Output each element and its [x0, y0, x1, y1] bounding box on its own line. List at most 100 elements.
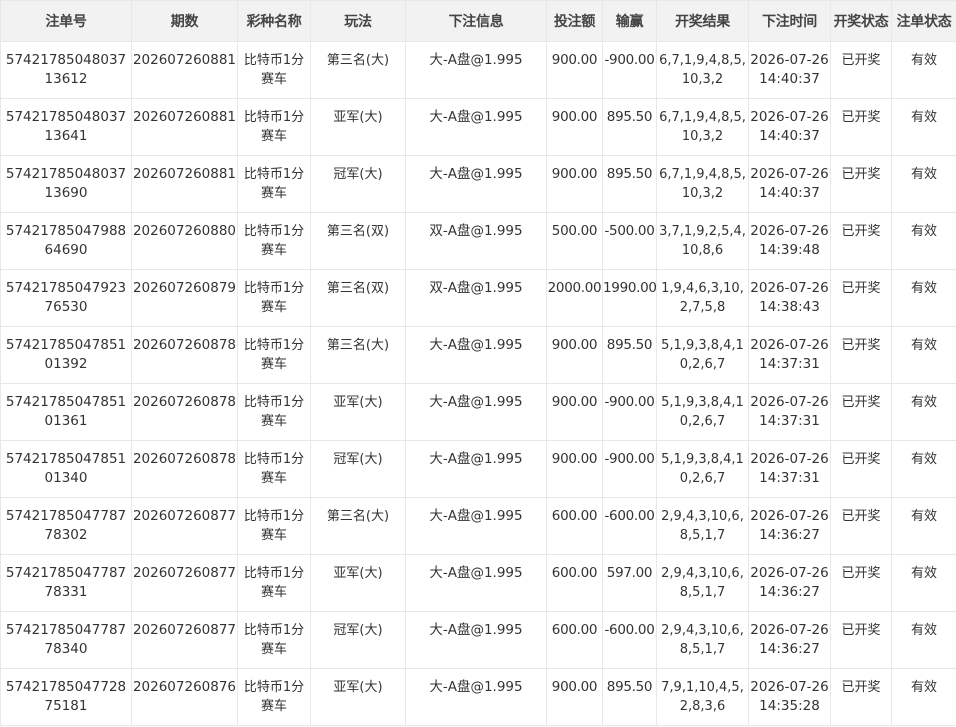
cell-order-status: 有效 [891, 269, 956, 327]
cell-lottery-name: 比特币1分赛车 [237, 41, 311, 99]
cell-order-id: 5742178504778778331 [0, 554, 132, 612]
cell-order-id: 5742178504785101392 [0, 326, 132, 384]
cell-bet-info: 大-A盘@1.995 [405, 41, 547, 99]
table-header: 注单号 期数 彩种名称 玩法 下注信息 投注额 输赢 开奖结果 下注时间 开奖状… [0, 0, 956, 42]
cell-period: 202607260878 [131, 440, 238, 498]
cell-lottery-name: 比特币1分赛车 [237, 611, 311, 669]
cell-bet-amount: 900.00 [546, 440, 603, 498]
cell-bet-info: 大-A盘@1.995 [405, 155, 547, 213]
cell-win-loss: -900.00 [602, 440, 657, 498]
cell-bet-amount: 600.00 [546, 554, 603, 612]
header-bet-amount: 投注额 [546, 0, 603, 42]
cell-order-status: 有效 [891, 440, 956, 498]
cell-order-id: 5742178504803713612 [0, 41, 132, 99]
table-row: 5742178504778778340 202607260877 比特币1分赛车… [0, 611, 956, 669]
cell-draw-result: 5,1,9,3,8,4,10,2,6,7 [656, 383, 749, 441]
cell-lottery-name: 比特币1分赛车 [237, 440, 311, 498]
cell-period: 202607260878 [131, 383, 238, 441]
cell-win-loss: 895.50 [602, 668, 657, 726]
cell-win-loss: -900.00 [602, 383, 657, 441]
header-draw-status: 开奖状态 [830, 0, 892, 42]
bet-records-table: 注单号 期数 彩种名称 玩法 下注信息 投注额 输赢 开奖结果 下注时间 开奖状… [0, 0, 956, 726]
cell-order-status: 有效 [891, 41, 956, 99]
header-play-type: 玩法 [310, 0, 406, 42]
cell-bet-info: 大-A盘@1.995 [405, 554, 547, 612]
cell-order-status: 有效 [891, 554, 956, 612]
cell-bet-info: 大-A盘@1.995 [405, 611, 547, 669]
cell-bet-time: 2026-07-26 14:37:31 [748, 383, 831, 441]
cell-order-id: 5742178504785101361 [0, 383, 132, 441]
cell-draw-result: 1,9,4,6,3,10,2,7,5,8 [656, 269, 749, 327]
cell-win-loss: -500.00 [602, 212, 657, 270]
cell-bet-amount: 600.00 [546, 497, 603, 555]
cell-order-status: 有效 [891, 383, 956, 441]
cell-lottery-name: 比特币1分赛车 [237, 668, 311, 726]
cell-order-id: 5742178504778778340 [0, 611, 132, 669]
cell-bet-time: 2026-07-26 14:37:31 [748, 440, 831, 498]
table-row: 5742178504785101340 202607260878 比特币1分赛车… [0, 440, 956, 498]
cell-bet-amount: 900.00 [546, 155, 603, 213]
cell-draw-status: 已开奖 [830, 668, 892, 726]
cell-lottery-name: 比特币1分赛车 [237, 269, 311, 327]
cell-period: 202607260877 [131, 611, 238, 669]
header-order-status: 注单状态 [891, 0, 956, 42]
cell-win-loss: -600.00 [602, 611, 657, 669]
cell-win-loss: 597.00 [602, 554, 657, 612]
cell-bet-time: 2026-07-26 14:36:27 [748, 554, 831, 612]
cell-period: 202607260880 [131, 212, 238, 270]
cell-order-id: 5742178504803713690 [0, 155, 132, 213]
cell-bet-time: 2026-07-26 14:36:27 [748, 497, 831, 555]
cell-bet-info: 大-A盘@1.995 [405, 98, 547, 156]
cell-bet-info: 大-A盘@1.995 [405, 383, 547, 441]
cell-draw-result: 7,9,1,10,4,5,2,8,3,6 [656, 668, 749, 726]
cell-order-status: 有效 [891, 326, 956, 384]
cell-period: 202607260881 [131, 41, 238, 99]
table-row: 5742178504803713690 202607260881 比特币1分赛车… [0, 155, 956, 213]
cell-draw-result: 5,1,9,3,8,4,10,2,6,7 [656, 440, 749, 498]
cell-draw-result: 5,1,9,3,8,4,10,2,6,7 [656, 326, 749, 384]
table-row: 5742178504785101361 202607260878 比特币1分赛车… [0, 383, 956, 441]
cell-draw-status: 已开奖 [830, 383, 892, 441]
cell-bet-time: 2026-07-26 14:40:37 [748, 155, 831, 213]
cell-bet-amount: 2000.00 [546, 269, 603, 327]
cell-bet-time: 2026-07-26 14:36:27 [748, 611, 831, 669]
cell-order-status: 有效 [891, 668, 956, 726]
cell-bet-time: 2026-07-26 14:37:31 [748, 326, 831, 384]
cell-bet-amount: 900.00 [546, 98, 603, 156]
cell-period: 202607260878 [131, 326, 238, 384]
cell-bet-info: 大-A盘@1.995 [405, 497, 547, 555]
cell-lottery-name: 比特币1分赛车 [237, 155, 311, 213]
header-row: 注单号 期数 彩种名称 玩法 下注信息 投注额 输赢 开奖结果 下注时间 开奖状… [0, 0, 956, 42]
cell-lottery-name: 比特币1分赛车 [237, 98, 311, 156]
cell-lottery-name: 比特币1分赛车 [237, 326, 311, 384]
header-lottery-name: 彩种名称 [237, 0, 311, 42]
cell-draw-status: 已开奖 [830, 326, 892, 384]
cell-play-type: 第三名(双) [310, 269, 406, 327]
header-bet-time: 下注时间 [748, 0, 831, 42]
cell-draw-result: 6,7,1,9,4,8,5,10,3,2 [656, 98, 749, 156]
cell-period: 202607260881 [131, 155, 238, 213]
header-bet-info: 下注信息 [405, 0, 547, 42]
cell-draw-status: 已开奖 [830, 41, 892, 99]
table-row: 5742178504803713641 202607260881 比特币1分赛车… [0, 98, 956, 156]
cell-bet-info: 大-A盘@1.995 [405, 440, 547, 498]
cell-draw-status: 已开奖 [830, 269, 892, 327]
cell-win-loss: 895.50 [602, 155, 657, 213]
cell-play-type: 第三名(大) [310, 326, 406, 384]
table-row: 5742178504803713612 202607260881 比特币1分赛车… [0, 41, 956, 99]
cell-bet-amount: 900.00 [546, 326, 603, 384]
cell-draw-status: 已开奖 [830, 98, 892, 156]
cell-play-type: 第三名(大) [310, 497, 406, 555]
cell-bet-info: 双-A盘@1.995 [405, 212, 547, 270]
cell-play-type: 冠军(大) [310, 440, 406, 498]
table-row: 5742178504778778331 202607260877 比特币1分赛车… [0, 554, 956, 612]
cell-order-id: 5742178504785101340 [0, 440, 132, 498]
cell-bet-time: 2026-07-26 14:40:37 [748, 98, 831, 156]
cell-order-status: 有效 [891, 497, 956, 555]
cell-win-loss: 895.50 [602, 98, 657, 156]
cell-play-type: 第三名(大) [310, 41, 406, 99]
cell-draw-status: 已开奖 [830, 212, 892, 270]
cell-draw-status: 已开奖 [830, 611, 892, 669]
cell-order-status: 有效 [891, 611, 956, 669]
table-row: 5742178504798864690 202607260880 比特币1分赛车… [0, 212, 956, 270]
